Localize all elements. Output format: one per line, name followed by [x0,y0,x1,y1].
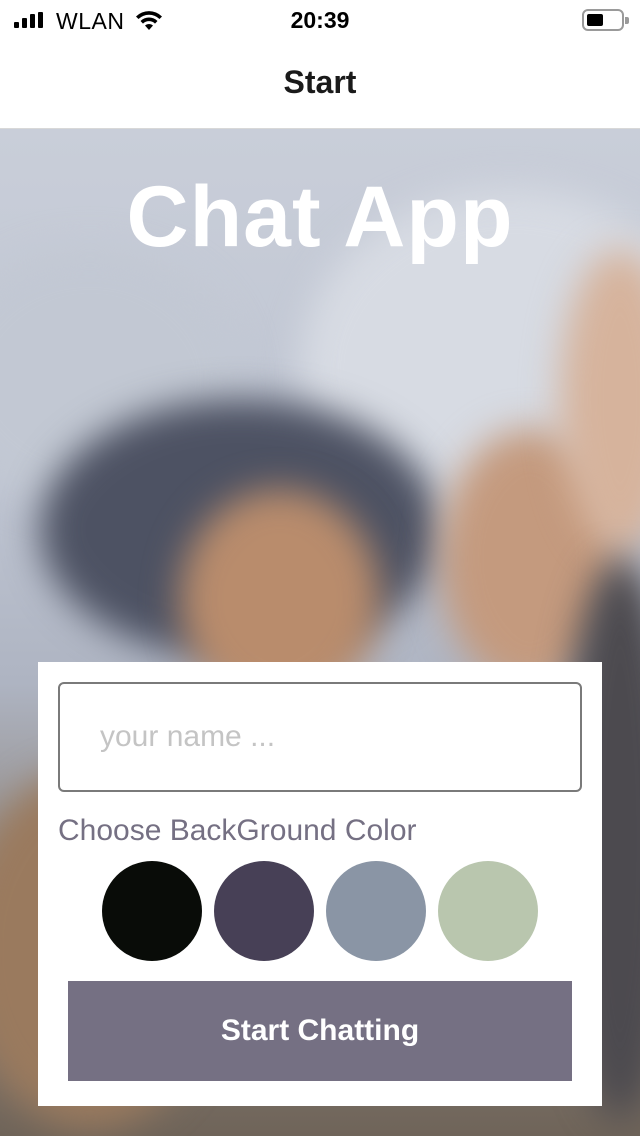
color-choice-label: Choose BackGround Color [58,814,417,847]
color-swatch-group [102,861,542,961]
name-input[interactable] [58,682,582,792]
status-bar: WLAN 20:39 [0,0,640,40]
color-swatch-gray[interactable] [326,861,426,961]
start-screen: WLAN 20:39 Start Chat App Choose BackGro… [0,0,640,1136]
start-form-card: Choose BackGround Color Start Chatting [38,662,602,1106]
start-chatting-button[interactable]: Start Chatting [68,981,572,1081]
navigation-bar: Start [0,40,640,129]
battery-icon [582,9,629,31]
color-swatch-purple[interactable] [214,861,314,961]
nav-title: Start [283,64,357,100]
app-title: Chat App [126,169,514,265]
color-swatch-green[interactable] [438,861,538,961]
clock: 20:39 [290,7,350,33]
color-swatch-black[interactable] [102,861,202,961]
